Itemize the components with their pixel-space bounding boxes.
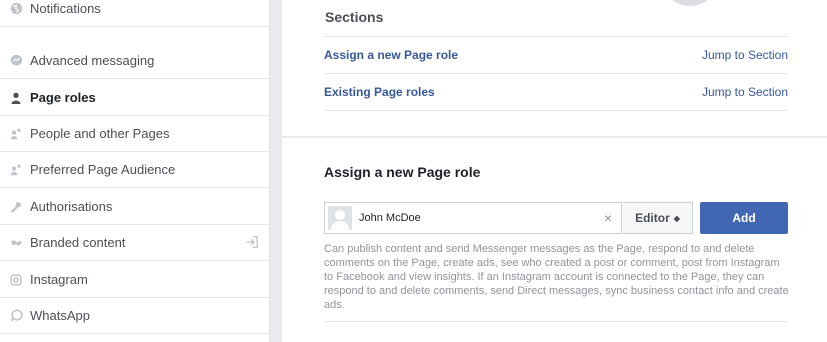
assign-role-panel: Assign a new Page role John McDoe × Edit… (282, 138, 827, 342)
sidebar-item-label: WhatsApp (30, 308, 90, 323)
sidebar-item-authorisations[interactable]: Authorisations (0, 189, 269, 225)
messenger-icon (8, 53, 24, 69)
assign-role-heading: Assign a new Page role (324, 164, 481, 180)
role-dropdown[interactable]: Editor ◆ (623, 202, 693, 234)
jump-to-section-link[interactable]: Jump to Section (702, 85, 788, 99)
sidebar-item-page-roles[interactable]: Page roles (0, 80, 269, 116)
settings-sidebar: Notifications Advanced messaging Page ro… (0, 0, 270, 342)
globe-icon (8, 1, 24, 17)
sidebar-item-label: Preferred Page Audience (30, 162, 176, 177)
handshake-icon (8, 235, 24, 251)
sign-in-icon (245, 235, 259, 249)
instagram-icon (8, 272, 24, 288)
person-icon (8, 90, 24, 106)
sidebar-item-notifications[interactable]: Notifications (0, 0, 269, 27)
profile-image-edge (660, 0, 720, 6)
sidebar-item-label: Advanced messaging (30, 53, 155, 68)
avatar (328, 206, 352, 230)
person-search-input[interactable]: John McDoe × (324, 202, 622, 234)
sidebar-item-preferred-page-audience[interactable]: Preferred Page Audience (0, 152, 269, 188)
sidebar-item-label: Notifications (30, 1, 101, 16)
divider (324, 321, 788, 322)
sidebar-item-label: Authorisations (30, 199, 113, 214)
sections-panel: Sections Assign a new Page role Jump to … (282, 0, 827, 136)
section-link-assign[interactable]: Assign a new Page role (324, 48, 458, 62)
add-button[interactable]: Add (700, 202, 788, 234)
sidebar-item-branded-content[interactable]: Branded content (0, 225, 269, 261)
sections-heading: Sections (325, 9, 384, 25)
sidebar-item-instagram[interactable]: Instagram (0, 262, 269, 298)
chevron-up-down-icon: ◆ (673, 213, 680, 223)
section-link-existing[interactable]: Existing Page roles (324, 85, 435, 99)
close-icon[interactable]: × (601, 210, 615, 226)
sidebar-item-whatsapp[interactable]: WhatsApp (0, 298, 269, 334)
section-row-existing: Existing Page roles Jump to Section (324, 73, 788, 111)
people-icon (8, 126, 24, 142)
role-dropdown-label: Editor (635, 211, 670, 225)
whatsapp-icon (8, 308, 24, 324)
sidebar-item-people-and-other-pages[interactable]: People and other Pages (0, 116, 269, 152)
sidebar-item-label: Branded content (30, 235, 126, 250)
section-row-assign: Assign a new Page role Jump to Section (324, 36, 788, 73)
sidebar-item-advanced-messaging[interactable]: Advanced messaging (0, 43, 269, 79)
role-description: Can publish content and send Messenger m… (324, 243, 789, 311)
sidebar-item-label: People and other Pages (30, 126, 170, 141)
person-name-value[interactable]: John McDoe (359, 212, 601, 224)
jump-to-section-link[interactable]: Jump to Section (702, 48, 788, 62)
sidebar-item-label: Instagram (30, 272, 88, 287)
sidebar-item-label: Page roles (30, 90, 96, 105)
wrench-icon (8, 199, 24, 215)
people-icon (8, 162, 24, 178)
